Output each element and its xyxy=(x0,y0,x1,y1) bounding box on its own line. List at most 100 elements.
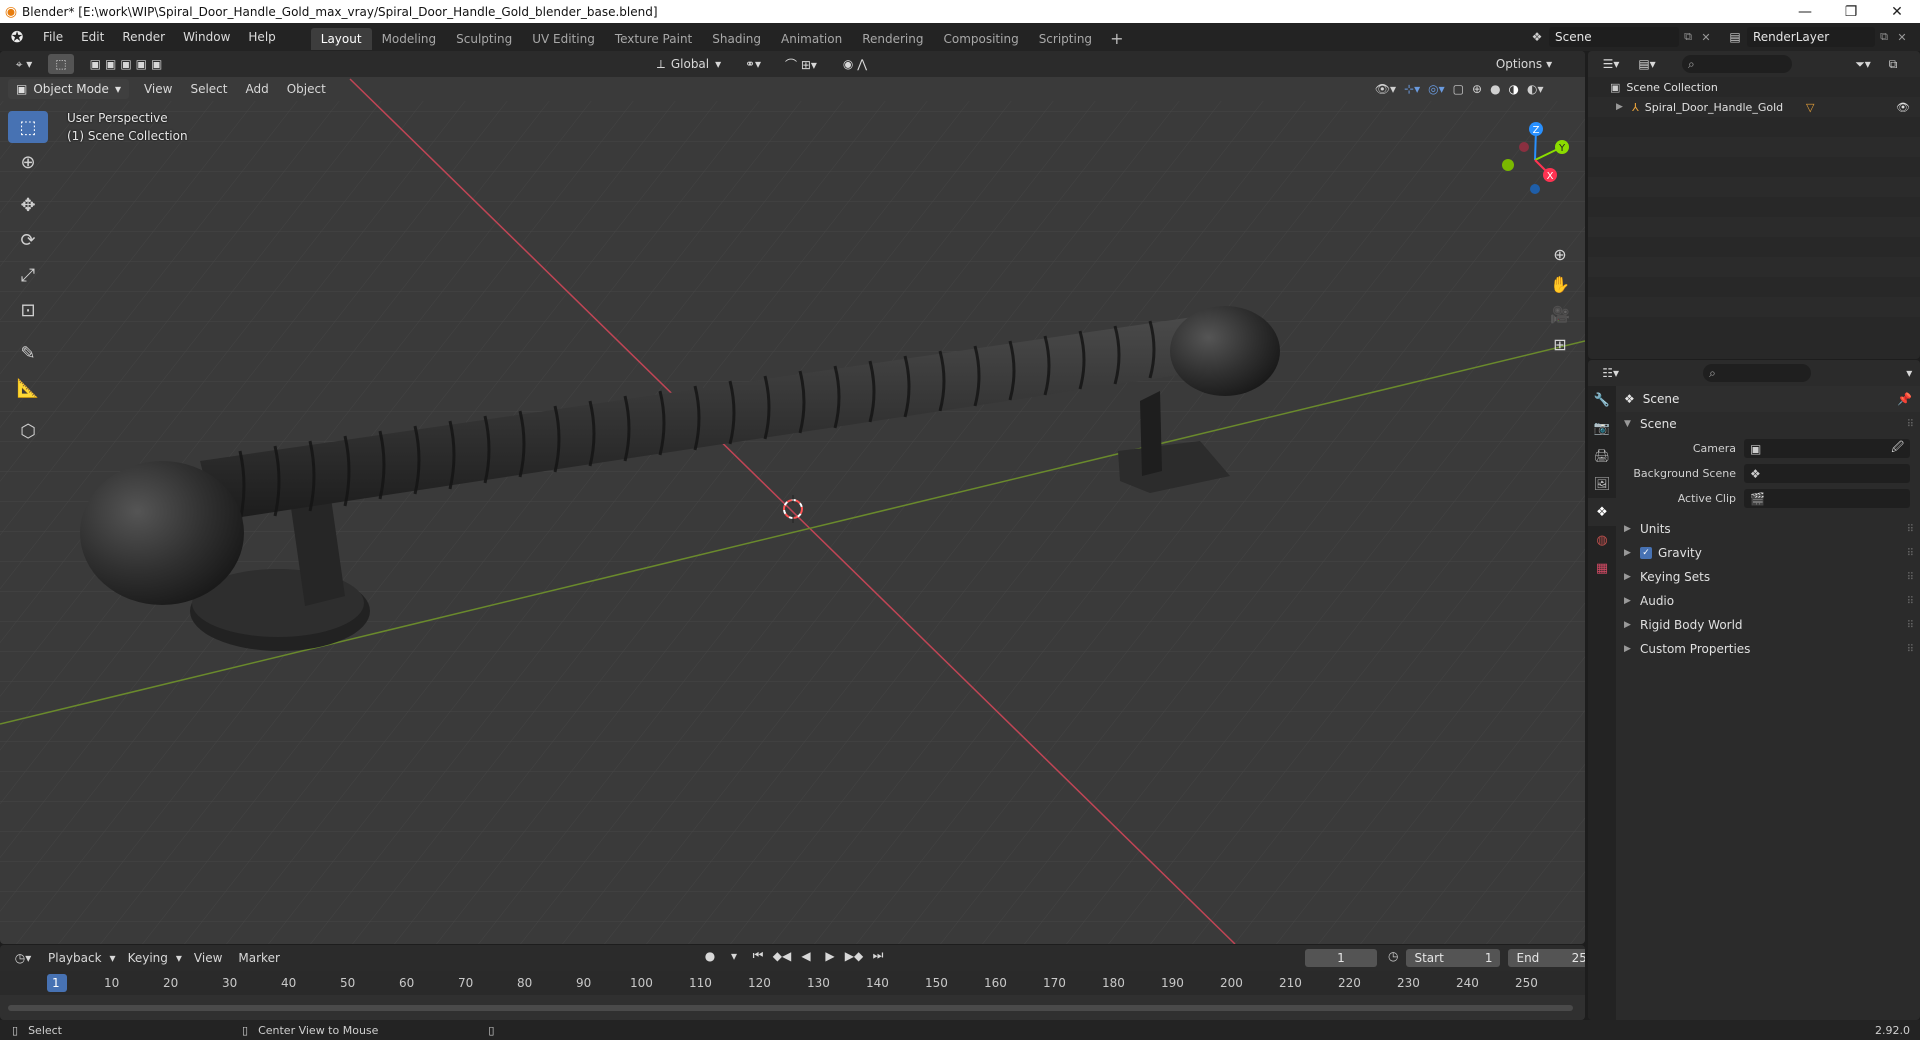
solid-shading-icon[interactable]: ● xyxy=(1490,82,1500,96)
tab-animation[interactable]: Animation xyxy=(771,28,852,50)
new-renderlayer-icon[interactable]: ⧉ xyxy=(1875,30,1893,44)
renderlayer-name-field[interactable]: RenderLayer xyxy=(1747,27,1875,47)
tab-sculpting[interactable]: Sculpting xyxy=(446,28,522,50)
tab-shading[interactable]: Shading xyxy=(702,28,771,50)
camera-view-icon[interactable]: 🎥 xyxy=(1544,299,1576,329)
frame-ruler[interactable]: 1 10 20 30 40 50 60 70 80 90 100 110 120… xyxy=(0,971,1585,995)
wireframe-shading-icon[interactable]: ⊕ xyxy=(1472,82,1482,96)
clock-icon[interactable]: ◷ xyxy=(1388,949,1398,967)
panel-audio[interactable]: ▶ Audio ⠿ xyxy=(1616,589,1920,613)
measure-tool-icon[interactable]: 📐 xyxy=(8,372,48,404)
panel-units[interactable]: ▶ Units ⠿ xyxy=(1616,517,1920,541)
camera-field[interactable]: ▣ 🖉 xyxy=(1744,439,1910,458)
move-tool-icon[interactable]: ✥ xyxy=(8,189,48,221)
transform-tool-icon[interactable]: ⊡ xyxy=(8,294,48,326)
timeline-menu-marker[interactable]: Marker xyxy=(230,951,287,965)
active-clip-field[interactable]: 🎬 xyxy=(1744,489,1910,508)
ortho-grid-icon[interactable]: ⊞ xyxy=(1544,329,1576,359)
panel-rigid-body-world[interactable]: ▶ Rigid Body World ⠿ xyxy=(1616,613,1920,637)
outliner-row-object[interactable]: ▶ ⅄ Spiral_Door_Handle_Gold ▽ 👁 xyxy=(1588,97,1920,117)
rendered-shading-icon[interactable]: ◐▾ xyxy=(1527,82,1544,96)
visibility-eye-icon[interactable]: 👁 xyxy=(1896,101,1910,114)
tool-properties-tab-icon[interactable]: 🔧 xyxy=(1588,386,1616,414)
end-frame-field[interactable]: End 250 xyxy=(1508,949,1585,967)
annotate-tool-icon[interactable]: ✎ xyxy=(8,337,48,369)
menu-render[interactable]: Render xyxy=(113,23,174,51)
material-shading-icon[interactable]: ◑ xyxy=(1509,82,1519,96)
chevron-down-icon[interactable]: ▾ xyxy=(1899,363,1920,383)
current-frame-field[interactable]: 1 xyxy=(1305,949,1377,967)
eyedropper-icon[interactable]: 🖉 xyxy=(1891,438,1904,459)
panel-scene[interactable]: ▼ Scene ⠿ xyxy=(1616,412,1920,436)
outliner-row-scene-collection[interactable]: ▣ Scene Collection xyxy=(1588,77,1920,97)
close-button[interactable]: ✕ xyxy=(1874,0,1920,23)
renderlayer-icon[interactable]: ▤ xyxy=(1723,30,1747,44)
pivot-point-icon[interactable]: ⚭▾ xyxy=(736,54,770,74)
scene-name-field[interactable]: Scene xyxy=(1549,27,1679,47)
viewport-menu-view[interactable]: View xyxy=(135,82,181,96)
overlays-toggle-icon[interactable]: ◎▾ xyxy=(1428,82,1445,96)
selection-mode-icons[interactable]: ▣▣▣▣▣ xyxy=(80,54,176,74)
zoom-icon[interactable]: ⊕ xyxy=(1544,239,1576,269)
delete-renderlayer-icon[interactable]: ✕ xyxy=(1893,31,1911,44)
delete-scene-icon[interactable]: ✕ xyxy=(1697,31,1715,44)
properties-search-input[interactable]: ⌕ xyxy=(1703,364,1811,382)
timeline-menu-keying[interactable]: Keying xyxy=(120,951,176,965)
display-mode-icon[interactable]: ▤▾ xyxy=(1632,54,1662,74)
menu-file[interactable]: File xyxy=(34,23,72,51)
output-properties-tab-icon[interactable]: 🖨 xyxy=(1588,442,1616,470)
viewport-menu-object[interactable]: Object xyxy=(278,82,335,96)
menu-window[interactable]: Window xyxy=(174,23,239,51)
add-cube-tool-icon[interactable]: ⬡ xyxy=(8,415,48,447)
cursor-tool-icon[interactable]: ⊕ xyxy=(8,146,48,178)
outliner-search-input[interactable]: ⌕ xyxy=(1682,55,1792,73)
tab-scripting[interactable]: Scripting xyxy=(1029,28,1102,50)
add-workspace-button[interactable]: + xyxy=(1102,28,1131,50)
background-scene-field[interactable]: ❖ xyxy=(1744,464,1910,483)
view-layer-tab-icon[interactable]: 🖼 xyxy=(1588,470,1616,498)
tab-texture-paint[interactable]: Texture Paint xyxy=(605,28,702,50)
tab-compositing[interactable]: Compositing xyxy=(933,28,1028,50)
scene-properties-tab-icon[interactable]: ❖ xyxy=(1588,498,1616,526)
world-properties-tab-icon[interactable]: ◍ xyxy=(1588,526,1616,554)
timeline-editor-type-icon[interactable]: ◷▾ xyxy=(6,948,40,968)
navigation-gizmo[interactable]: Z Y X xyxy=(1490,115,1580,205)
outliner-editor-type-icon[interactable]: ☰▾ xyxy=(1594,54,1628,74)
3d-viewport[interactable]: ⌖ ▾ ⬚ ▣▣▣▣▣ ⟂ Global ▾ ⚭▾ ⌒ ⊞▾ ◉ ⋀ Optio… xyxy=(0,51,1585,944)
rotate-tool-icon[interactable]: ⟳ xyxy=(8,224,48,256)
start-frame-field[interactable]: Start 1 xyxy=(1406,949,1501,967)
pan-hand-icon[interactable]: ✋ xyxy=(1544,269,1576,299)
minimize-button[interactable]: — xyxy=(1782,0,1828,23)
timeline-menu-playback[interactable]: Playback xyxy=(40,951,110,965)
pin-icon[interactable]: 📌 xyxy=(1897,392,1912,406)
maximize-button[interactable]: ❐ xyxy=(1828,0,1874,23)
expand-arrow-icon[interactable]: ▶ xyxy=(1616,102,1626,112)
proportional-editing-icon[interactable]: ◉ ⋀ xyxy=(834,54,876,74)
panel-gravity[interactable]: ▶ ✓ Gravity ⠿ xyxy=(1616,541,1920,565)
next-keyframe-icon[interactable]: ▶◆ xyxy=(844,949,864,963)
visibility-icon[interactable]: 👁▾ xyxy=(1375,82,1396,96)
panel-custom-properties[interactable]: ▶ Custom Properties ⠿ xyxy=(1616,637,1920,661)
timeline-scrollbar[interactable] xyxy=(8,1005,1573,1011)
transform-orientation-dropdown[interactable]: ⟂ Global ▾ xyxy=(650,54,728,74)
mesh-data-icon[interactable]: ▽ xyxy=(1806,101,1814,114)
editor-type-icon[interactable]: ⌖ ▾ xyxy=(6,54,42,74)
filter-icon[interactable]: ⏷▾ xyxy=(1848,54,1878,74)
object-mode-dropdown[interactable]: ▣ Object Mode ▾ xyxy=(8,79,129,99)
snapping-icon[interactable]: ⌒ ⊞▾ xyxy=(774,54,828,74)
panel-keying-sets[interactable]: ▶ Keying Sets ⠿ xyxy=(1616,565,1920,589)
options-dropdown[interactable]: Options ▾ xyxy=(1494,54,1554,74)
menu-edit[interactable]: Edit xyxy=(72,23,113,51)
neg-y-handle[interactable] xyxy=(1502,159,1514,171)
scale-tool-icon[interactable]: ⤢ xyxy=(8,259,48,291)
menu-help[interactable]: Help xyxy=(239,23,284,51)
blender-menu-icon[interactable]: ✪ xyxy=(0,23,34,51)
select-box-tool-icon[interactable]: ⬚ xyxy=(8,111,48,143)
neg-x-handle[interactable] xyxy=(1519,142,1529,152)
tab-layout[interactable]: Layout xyxy=(310,27,372,50)
new-collection-icon[interactable]: ⧉ xyxy=(1882,54,1904,74)
gravity-checkbox[interactable]: ✓ xyxy=(1640,547,1652,559)
jump-end-icon[interactable]: ⏭ xyxy=(868,948,888,963)
neg-z-handle[interactable] xyxy=(1530,184,1540,194)
texture-properties-tab-icon[interactable]: ▦ xyxy=(1588,554,1616,582)
